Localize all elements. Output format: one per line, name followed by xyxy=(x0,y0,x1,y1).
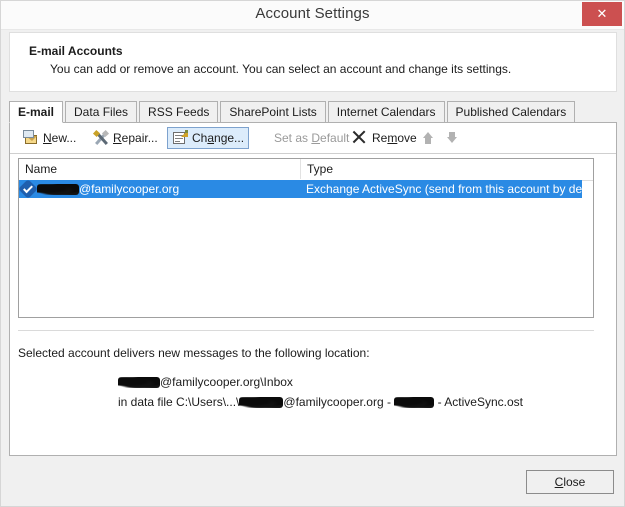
tab-label: SharePoint Lists xyxy=(229,105,317,119)
set-as-default-label: Set as Default xyxy=(274,131,350,145)
repair-icon xyxy=(92,129,110,146)
delivery-datafile: in data file C:\Users\...\ @familycooper.… xyxy=(118,395,523,409)
column-header-name[interactable]: Name xyxy=(19,159,300,179)
column-header-type[interactable]: Type xyxy=(300,159,593,179)
set-as-default-button: Set as Default xyxy=(249,127,354,149)
window-title: Account Settings xyxy=(255,5,370,22)
tab-email[interactable]: E-mail xyxy=(9,101,64,123)
account-check-icon xyxy=(19,180,38,198)
remove-x-icon xyxy=(352,130,368,146)
delivery-location-text: @familycooper.org\Inbox xyxy=(160,375,293,389)
title-bar: Account Settings ✕ xyxy=(1,1,624,30)
remove-button-label: Remove xyxy=(372,131,417,145)
cell-account-name: @familycooper.org xyxy=(19,180,300,198)
header-panel: E-mail Accounts You can add or remove an… xyxy=(9,32,617,92)
change-icon xyxy=(172,130,188,146)
move-down-icon[interactable] xyxy=(443,129,461,147)
dialog-footer: Close xyxy=(1,457,624,506)
accounts-toolbar: New... Repair... Change... Set as Defaul… xyxy=(10,125,616,154)
repair-button[interactable]: Repair... xyxy=(88,127,163,149)
tab-sharepoint-lists[interactable]: SharePoint Lists xyxy=(220,101,326,123)
tab-label: E-mail xyxy=(18,105,55,119)
change-button-label: Change... xyxy=(192,131,245,145)
tab-label: Internet Calendars xyxy=(336,105,436,119)
table-row[interactable]: @familycooper.org Exchange ActiveSync (s… xyxy=(19,180,593,198)
close-button[interactable]: Close xyxy=(526,470,614,494)
repair-button-label: Repair... xyxy=(113,131,158,145)
tab-label: Published Calendars xyxy=(455,105,567,119)
remove-button[interactable]: Remove xyxy=(347,127,422,149)
datafile-suffix: - ActiveSync.ost xyxy=(434,395,523,409)
delivery-location: @familycooper.org\Inbox xyxy=(118,375,293,389)
accounts-list[interactable]: Name Type @familycooper.org Exchange Act… xyxy=(18,158,594,318)
close-icon[interactable]: ✕ xyxy=(582,2,622,26)
tab-internet-calendars[interactable]: Internet Calendars xyxy=(327,101,445,123)
tab-label: RSS Feeds xyxy=(148,105,210,119)
redacted-username xyxy=(118,377,160,388)
delivery-label: Selected account delivers new messages t… xyxy=(18,346,370,360)
change-button[interactable]: Change... xyxy=(167,127,250,149)
page-description: You can add or remove an account. You ca… xyxy=(50,62,512,76)
cell-account-type: Exchange ActiveSync (send from this acco… xyxy=(300,180,582,198)
tab-label: Data Files xyxy=(74,105,129,119)
redacted-username xyxy=(239,397,284,408)
tab-strip: E-mail Data Files RSS Feeds SharePoint L… xyxy=(9,101,617,145)
datafile-prefix: in data file C:\Users\...\ xyxy=(118,395,240,409)
tab-data-files[interactable]: Data Files xyxy=(65,101,138,123)
email-tab-panel: New... Repair... Change... Set as Defaul… xyxy=(9,122,617,456)
tab-rss-feeds[interactable]: RSS Feeds xyxy=(139,101,219,123)
account-domain: @familycooper.org xyxy=(79,182,180,196)
redacted-identifier xyxy=(394,397,435,408)
datafile-middle: @familycooper.org - xyxy=(283,395,395,409)
section-divider xyxy=(18,330,594,331)
redacted-username xyxy=(37,184,79,195)
new-account-icon xyxy=(23,130,39,146)
new-button[interactable]: New... xyxy=(18,127,81,149)
new-button-label: New... xyxy=(43,131,77,145)
list-header: Name Type xyxy=(19,159,593,181)
page-title: E-mail Accounts xyxy=(29,44,123,58)
check-circle-icon xyxy=(254,130,270,146)
move-up-icon[interactable] xyxy=(419,129,437,147)
account-settings-dialog: Account Settings ✕ E-mail Accounts You c… xyxy=(0,0,625,507)
tab-published-calendars[interactable]: Published Calendars xyxy=(446,101,576,123)
